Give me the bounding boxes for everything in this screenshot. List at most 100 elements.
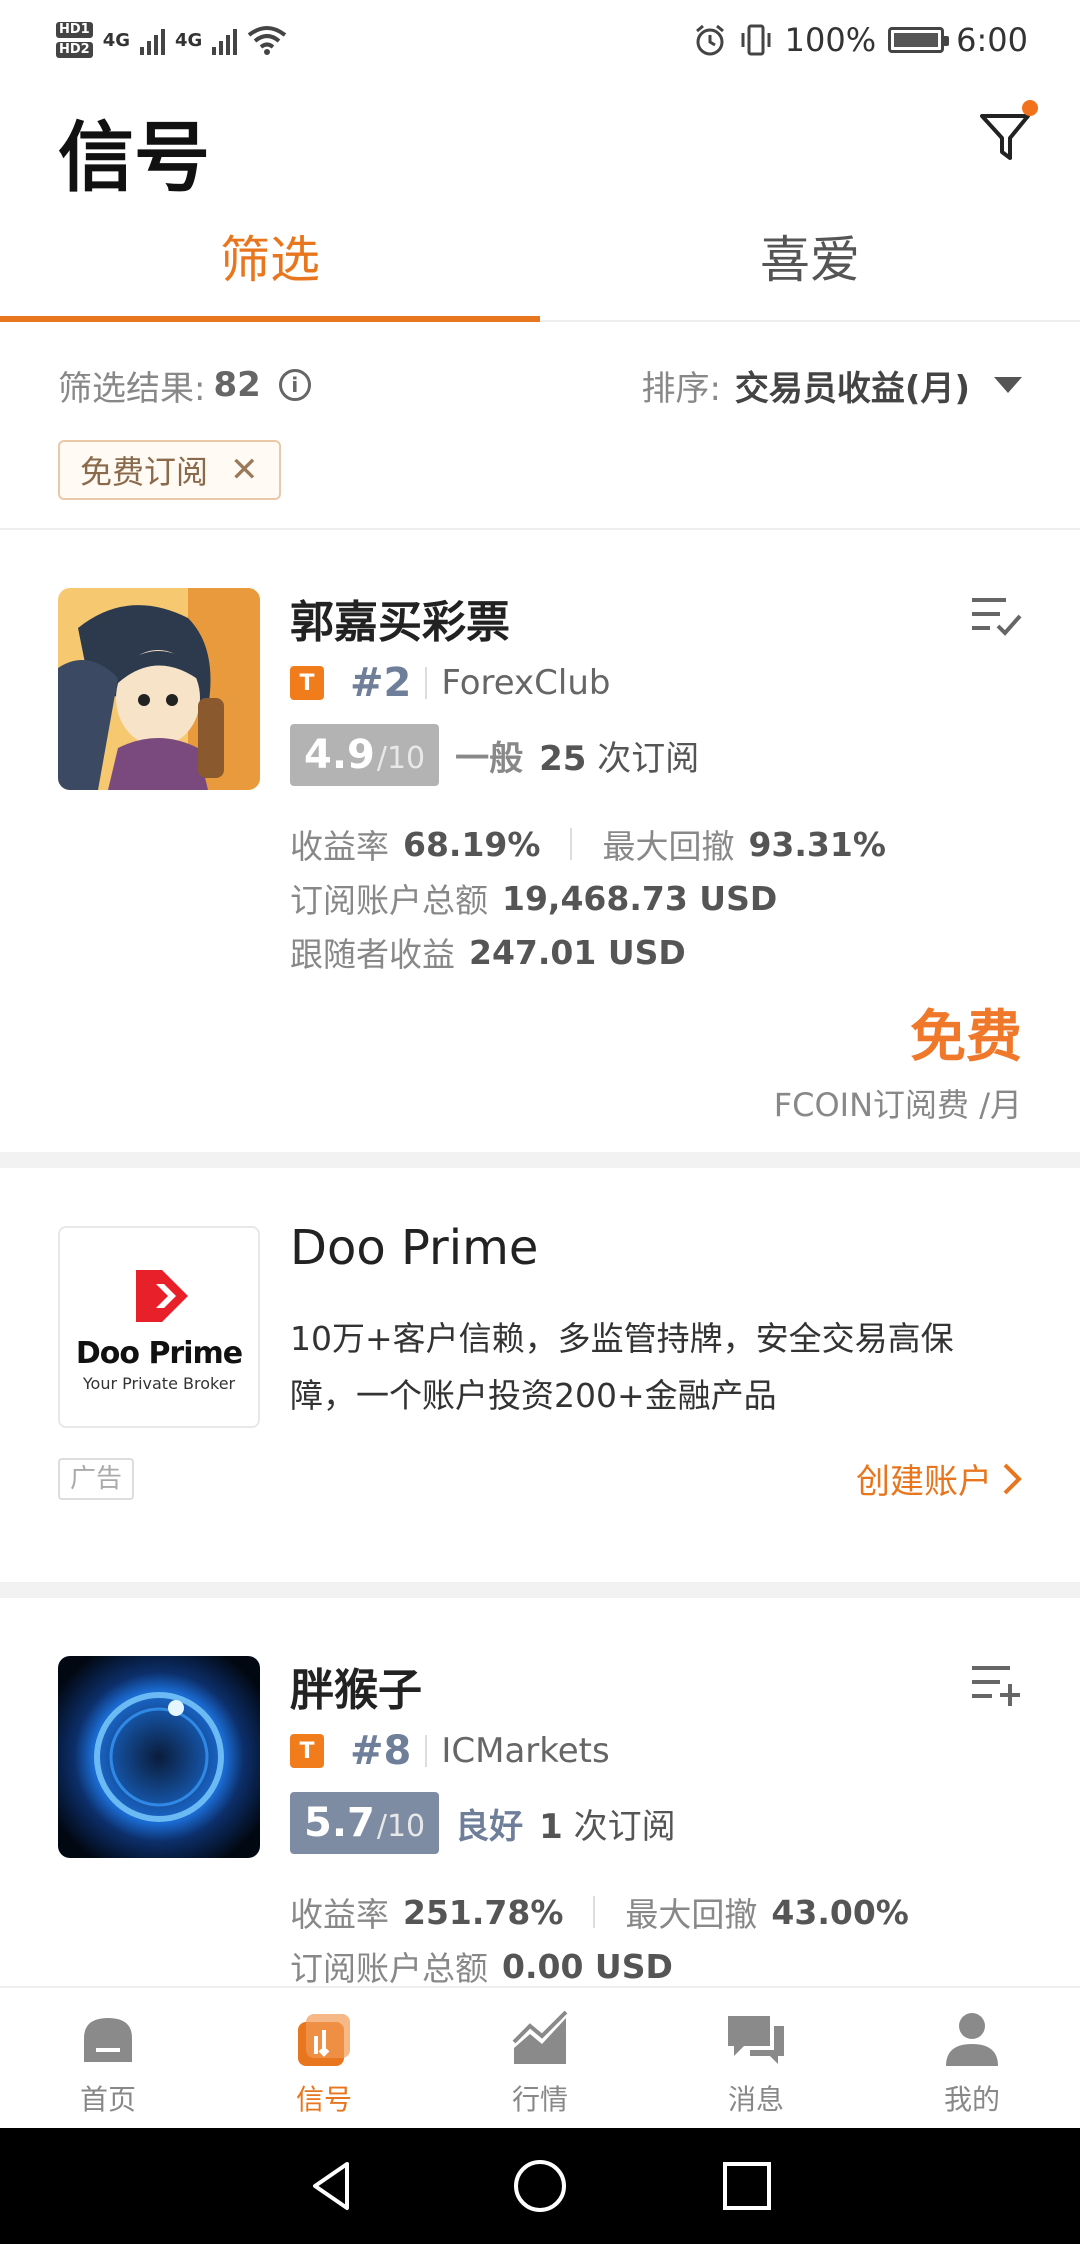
signal-strength-icon-2 (212, 25, 238, 55)
ad-description: 10万+客户信赖，多监管持牌，安全交易高保障，一个账户投资200+金融产品 (290, 1319, 954, 1415)
avatar (58, 588, 260, 790)
sort-label: 排序: (641, 368, 721, 409)
subscribed-list-icon[interactable] (970, 594, 1022, 638)
signal-icon (298, 2014, 350, 2066)
price-unit: FCOIN订阅费 /月 (773, 1086, 1022, 1124)
battery-percent: 100% (784, 21, 877, 59)
divider (425, 1735, 428, 1767)
follower-value: 247.01 USD (469, 932, 686, 972)
rank: #2 (350, 660, 412, 706)
page-title: 信号 (58, 113, 210, 202)
tab-bar: 筛选 喜爱 (0, 210, 1080, 322)
hd-icons: HD1 HD2 (56, 22, 93, 58)
section-divider (0, 1582, 1080, 1598)
avatar (58, 1656, 260, 1858)
subscription-count: 25 次订阅 (539, 731, 699, 780)
message-icon (728, 2016, 784, 2064)
nav-home-label: 首页 (79, 2083, 136, 2116)
notification-dot (1022, 100, 1038, 116)
return-label: 收益率 (290, 1895, 389, 1934)
drawdown-label: 最大回撤 (625, 1895, 758, 1934)
create-account-link[interactable]: 创建账户 (856, 1454, 1022, 1503)
create-account-label: 创建账户 (856, 1462, 992, 1502)
nav-market-label: 行情 (511, 2083, 568, 2116)
filter-chip[interactable]: 免费订阅 ✕ (58, 440, 281, 500)
status-left: HD1 HD2 4G 4G (56, 22, 287, 58)
subscription-count: 1 次订阅 (539, 1799, 675, 1848)
quality-label: 良好 (455, 1806, 524, 1847)
signal-strength-icon-1 (140, 25, 166, 55)
ad-logo: Doo Prime Your Private Broker (58, 1226, 260, 1428)
return-label: 收益率 (290, 827, 389, 866)
score-badge: 5.7 /10 (290, 1792, 440, 1854)
total-row: 订阅账户总额 19,468.73 USD (290, 874, 777, 922)
recents-icon[interactable] (717, 2156, 777, 2216)
tab-favorites[interactable]: 喜爱 (540, 210, 1080, 320)
rank: #8 (350, 1728, 412, 1774)
subs-number: 25 (539, 738, 587, 779)
vibrate-icon (741, 24, 771, 56)
score-row: 5.7 /10 良好 1 次订阅 (290, 1792, 676, 1854)
chevron-right-icon (1003, 1463, 1022, 1494)
ad-logo-tagline: Your Private Broker (82, 1374, 236, 1393)
return-value: 251.78% (403, 1892, 564, 1932)
filter-button[interactable] (972, 100, 1042, 170)
result-row: 筛选结果: 82 i 排序: 交易员收益(月) (0, 350, 1080, 420)
total-label: 订阅账户总额 (290, 881, 488, 920)
clock: 6:00 (956, 21, 1028, 59)
nav-signal[interactable]: 信号 (216, 1988, 432, 2128)
price: 免费 (910, 1005, 1022, 1070)
drawdown-value: 93.31% (748, 824, 886, 864)
hd1-icon: HD1 (56, 22, 93, 38)
divider (570, 828, 573, 860)
network-type-1: 4G (102, 29, 131, 51)
home-icon (84, 2018, 132, 2062)
nav-messages[interactable]: 消息 (648, 1988, 864, 2128)
filter-chip-label: 免费订阅 (80, 453, 209, 491)
follower-label: 跟随者收益 (290, 935, 455, 974)
battery-icon (888, 27, 950, 53)
status-right: 100% 6:00 (693, 21, 1028, 59)
back-icon[interactable] (303, 2156, 363, 2216)
broker-name: ForexClub (441, 663, 611, 703)
home-circle-icon[interactable] (510, 2156, 570, 2216)
result-number: 82 (213, 365, 261, 405)
profile-icon (946, 2013, 998, 2066)
hd2-icon: HD2 (56, 42, 93, 58)
return-drawdown-row: 收益率 251.78% 最大回撤 43.00% (290, 1888, 909, 1936)
signal-card[interactable]: 胖猴子 T #8 ICMarkets 5.7 /10 良好 1 次订阅 收益率 … (0, 1598, 1080, 1986)
subs-label: 次订阅 (597, 738, 700, 779)
signal-name[interactable]: 胖猴子 (290, 1654, 422, 1718)
trader-badge-icon: T (290, 666, 324, 700)
nav-market[interactable]: 行情 (432, 1988, 648, 2128)
score-badge: 4.9 /10 (290, 724, 440, 786)
ad-title[interactable]: Doo Prime (290, 1220, 538, 1276)
score-row: 4.9 /10 一般 25 次订阅 (290, 724, 699, 786)
ad-label: 广告 (58, 1458, 135, 1500)
close-icon[interactable]: ✕ (230, 450, 259, 490)
info-icon[interactable]: i (278, 369, 311, 401)
signal-card[interactable]: 郭嘉买彩票 T #2 ForexClub 4.9 /10 一般 25 次订阅 收… (0, 530, 1080, 1152)
nav-messages-label: 消息 (727, 2083, 784, 2116)
nav-profile[interactable]: 我的 (864, 1988, 1080, 2128)
sort-selector[interactable]: 排序: 交易员收益(月) (641, 361, 1022, 410)
drawdown-label: 最大回撤 (602, 827, 735, 866)
quality-label: 一般 (455, 738, 524, 779)
add-to-list-icon[interactable] (970, 1662, 1022, 1706)
tab-filter[interactable]: 筛选 (0, 210, 540, 322)
total-value: 0.00 USD (502, 1946, 673, 1986)
trader-badge-icon: T (290, 1734, 324, 1768)
ad-card[interactable]: Doo Prime Your Private Broker Doo Prime … (0, 1168, 1080, 1582)
signal-name[interactable]: 郭嘉买彩票 (290, 586, 510, 650)
network-type-2: 4G (175, 29, 203, 51)
rank-row: T #2 ForexClub (290, 660, 611, 706)
nav-home[interactable]: 首页 (0, 1988, 216, 2128)
result-count: 筛选结果: 82 i (58, 361, 311, 410)
subs-number: 1 (539, 1806, 563, 1847)
result-label: 筛选结果: (58, 368, 206, 409)
divider (425, 667, 428, 699)
dropdown-arrow-icon (994, 377, 1022, 393)
doo-prime-logo-icon (136, 1270, 188, 1322)
alarm-icon (695, 24, 724, 56)
follower-row: 跟随者收益 247.01 USD (290, 928, 686, 976)
